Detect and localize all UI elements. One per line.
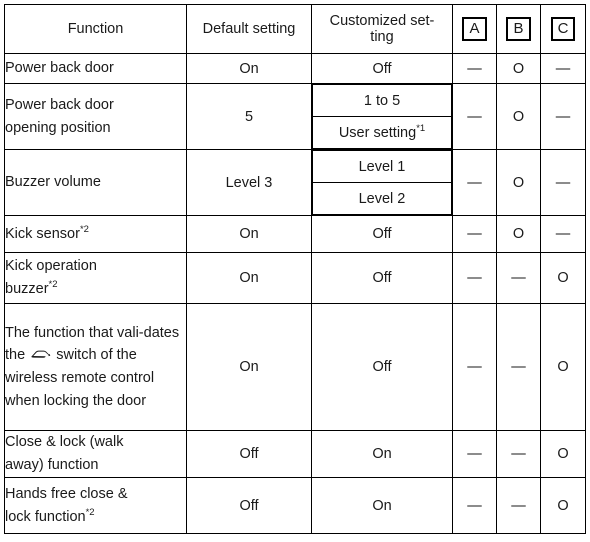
customized-option-row: Level 2	[312, 182, 452, 215]
header-customized-setting-label-line2: ting	[370, 29, 394, 45]
customized-options-subtable: 1 to 5 User setting*1	[312, 84, 452, 149]
header-customized-setting: Customized set- ting	[311, 4, 453, 54]
customized-option-2: User setting*1	[312, 116, 452, 149]
row-mark-b: —	[496, 430, 541, 478]
row-mark-b: O	[496, 149, 541, 216]
header-column-a: A	[452, 4, 497, 54]
row-default-cell: On	[186, 53, 312, 84]
row-function-cell: Power back door	[4, 53, 187, 84]
header-column-c: C	[540, 4, 586, 54]
row-customized-cell: On	[311, 430, 453, 478]
row-function-cell: Hands free close & lock function*2	[4, 477, 187, 534]
table-row: Kick sensor*2 On Off — O —	[4, 215, 586, 253]
footnote-marker: *2	[48, 279, 58, 291]
customized-option-1: 1 to 5	[312, 84, 452, 117]
row-mark-a: —	[452, 53, 497, 84]
customized-option-row: 1 to 5	[312, 84, 452, 117]
table-header-row: Function Default setting Customized set-…	[4, 4, 586, 54]
customized-option-row: User setting*1	[312, 116, 452, 149]
row-customized-cell: Off	[311, 303, 453, 431]
customized-option-2: Level 2	[312, 182, 452, 215]
row-function-cell: Power back door opening position	[4, 83, 187, 150]
header-column-a-badge: A	[462, 17, 487, 41]
row-mark-b: O	[496, 53, 541, 84]
row-function-cell: Kick operation buzzer*2	[4, 252, 187, 304]
row-customized-cell: 1 to 5 User setting*1	[311, 83, 453, 150]
row-mark-b: —	[496, 252, 541, 304]
row-mark-a: —	[452, 430, 497, 478]
row-mark-c: —	[540, 53, 586, 84]
customized-option-row: Level 1	[312, 150, 452, 183]
table-row: Hands free close & lock function*2 Off O…	[4, 477, 586, 534]
row-customized-cell: On	[311, 477, 453, 534]
row-mark-b: —	[496, 477, 541, 534]
footnote-marker: *1	[416, 122, 426, 134]
row-mark-c: O	[540, 252, 586, 304]
back-door-switch-icon	[30, 349, 51, 360]
row-customized-cell: Off	[311, 252, 453, 304]
row-function-label-line2: lock function	[5, 508, 86, 525]
row-default-cell: On	[186, 215, 312, 253]
row-function-label-line1: Hands free close &	[5, 485, 128, 502]
row-default-cell: On	[186, 252, 312, 304]
header-column-b: B	[496, 4, 541, 54]
row-function-label: Buzzer volume	[5, 174, 101, 191]
table-row: Buzzer volume Level 3 Level 1 Level 2 — …	[4, 149, 586, 216]
header-function-label: Function	[67, 20, 124, 37]
header-column-c-badge: C	[550, 17, 576, 41]
row-mark-a: —	[452, 149, 497, 216]
table-row: The function that vali-dates the switch …	[4, 303, 586, 431]
row-customized-cell: Level 1 Level 2	[311, 149, 453, 216]
row-mark-b: O	[496, 215, 541, 253]
table-row: Close & lock (walk away) function Off On…	[4, 430, 586, 478]
row-function-label: Power back door	[5, 60, 114, 77]
header-column-b-badge: B	[506, 17, 531, 41]
row-default-cell: On	[186, 303, 312, 431]
row-customized-cell: Off	[311, 53, 453, 84]
customized-option-2-label: User setting	[338, 124, 417, 141]
row-default-cell: Off	[186, 430, 312, 478]
customizable-features-table: Function Default setting Customized set-…	[4, 4, 586, 534]
row-default-cell: Level 3	[186, 149, 312, 216]
row-mark-b: —	[496, 303, 541, 431]
row-mark-a: —	[452, 303, 497, 431]
row-mark-a: —	[452, 83, 497, 150]
row-mark-b: O	[496, 83, 541, 150]
row-mark-a: —	[452, 477, 497, 534]
footnote-marker: *2	[85, 506, 95, 518]
row-mark-c: —	[540, 215, 586, 253]
row-function-cell: Buzzer volume	[4, 149, 187, 216]
row-function-label-line2: away) function	[5, 457, 99, 473]
table-row: Power back door On Off — O —	[4, 53, 586, 84]
table-row: Power back door opening position 5 1 to …	[4, 83, 586, 150]
header-default-setting-label: Default setting	[202, 20, 296, 37]
header-function: Function	[4, 4, 187, 54]
row-mark-a: —	[452, 252, 497, 304]
customized-options-subtable: Level 1 Level 2	[312, 150, 452, 215]
footnote-marker: *2	[79, 224, 89, 236]
row-function-label-line1: Power back door	[5, 96, 114, 113]
row-mark-a: —	[452, 215, 497, 253]
header-customized-setting-label-line1: Customized set-	[329, 12, 435, 29]
row-mark-c: —	[540, 83, 586, 150]
row-function-cell: The function that vali-dates the switch …	[4, 303, 187, 431]
row-mark-c: O	[540, 430, 586, 478]
row-mark-c: O	[540, 303, 586, 431]
row-function-cell: Close & lock (walk away) function	[4, 430, 187, 478]
row-customized-cell: Off	[311, 215, 453, 253]
header-default-setting: Default setting	[186, 4, 312, 54]
row-function-label-line2: buzzer	[5, 281, 49, 297]
row-function-label-line1: Kick operation	[5, 258, 97, 275]
row-default-cell: 5	[186, 83, 312, 150]
row-mark-c: O	[540, 477, 586, 534]
row-default-cell: Off	[186, 477, 312, 534]
row-function-label-line1: Close & lock (walk	[5, 434, 124, 451]
row-function-label-line2: opening position	[5, 119, 111, 136]
row-function-cell: Kick sensor*2	[4, 215, 187, 253]
table-row: Kick operation buzzer*2 On Off — — O	[4, 252, 586, 304]
row-function-label: Kick sensor	[5, 225, 80, 242]
customized-option-1: Level 1	[312, 150, 452, 183]
row-mark-c: —	[540, 149, 586, 216]
